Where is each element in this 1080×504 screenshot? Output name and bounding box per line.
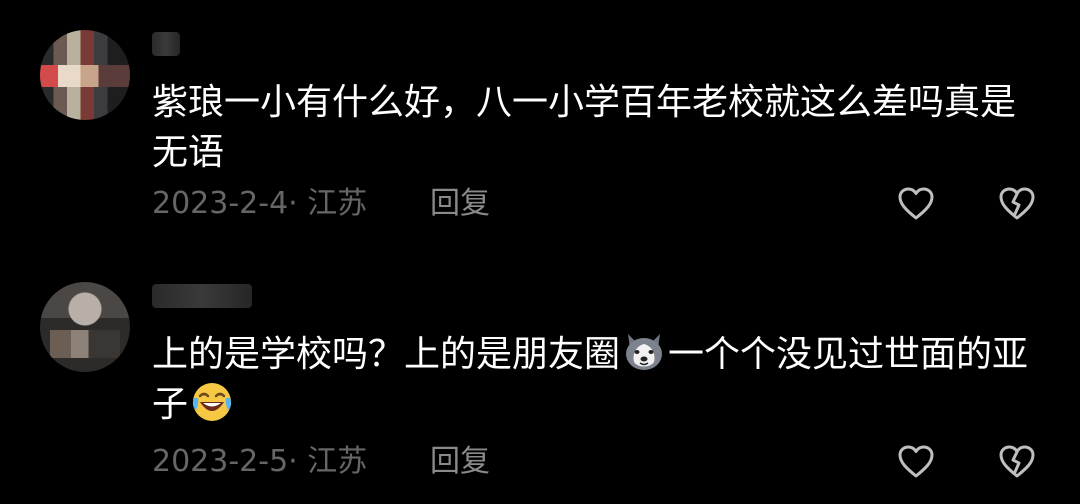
reply-button[interactable]: 回复: [430, 184, 490, 224]
meta-separator: ·: [288, 444, 308, 479]
comment-meta: 2023-2-4· 江苏: [152, 184, 367, 224]
meta-separator: ·: [288, 186, 308, 221]
heart-outline-icon[interactable]: [896, 184, 936, 224]
laughing-tears-emoji: [192, 383, 232, 421]
husky-dog-emoji: [626, 334, 663, 370]
comment-item: 紫琅一小有什么好，八一小学百年老校就这么差吗真是无语 2023-2-4· 江苏 …: [0, 0, 1080, 250]
comment-date: 2023-2-5: [152, 444, 289, 479]
comment-text: 上的是学校吗？上的是朋友圈 一个个没见过世面的亚子: [152, 330, 1032, 430]
avatar[interactable]: [40, 282, 130, 372]
username-blurred[interactable]: [152, 32, 180, 56]
reply-button[interactable]: 回复: [430, 442, 490, 482]
username-blurred[interactable]: [152, 284, 252, 308]
avatar[interactable]: [40, 30, 130, 120]
comment-meta: 2023-2-5· 江苏: [152, 442, 367, 482]
comment-item: 上的是学校吗？上的是朋友圈 一个个没见过世面的亚子 2023-2-5· 江苏 回…: [0, 260, 1080, 504]
comment-text-part: 上的是学校吗？上的是朋友圈: [152, 334, 621, 375]
comment-date: 2023-2-4: [152, 186, 289, 221]
comment-text: 紫琅一小有什么好，八一小学百年老校就这么差吗真是无语: [152, 82, 1017, 173]
broken-heart-icon[interactable]: [997, 442, 1037, 482]
heart-outline-icon[interactable]: [896, 442, 936, 482]
comment-location: 江苏: [307, 186, 368, 221]
broken-heart-icon[interactable]: [997, 184, 1037, 224]
comment-location: 江苏: [307, 444, 368, 479]
